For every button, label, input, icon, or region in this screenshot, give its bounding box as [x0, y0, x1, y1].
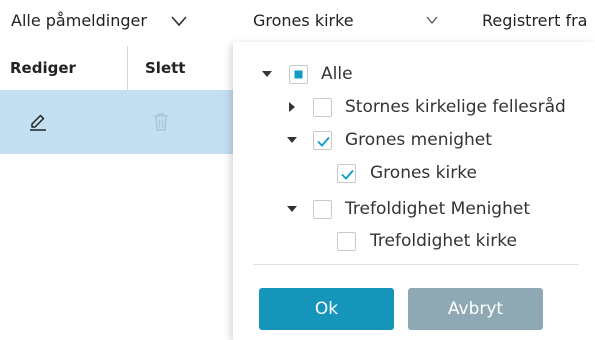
check-icon — [317, 136, 330, 147]
registrations-filter[interactable]: Alle påmeldinger — [11, 0, 147, 42]
tree-label-stornes: Stornes kirkelige fellesråd — [345, 97, 566, 117]
caret-down-icon[interactable] — [286, 203, 298, 215]
tree-label-grones-kirke: Grones kirke — [370, 163, 477, 183]
dropdown-divider — [253, 264, 579, 265]
tree-label-all: Alle — [321, 64, 353, 84]
tree-checkbox-grones-kirke[interactable] — [337, 164, 356, 183]
registrations-filter-label: Alle påmeldinger — [11, 11, 147, 30]
caret-down-icon[interactable] — [261, 68, 273, 80]
caret-right-icon[interactable] — [286, 101, 298, 113]
tree-label-grones-menighet: Grones menighet — [345, 130, 492, 150]
cancel-button[interactable]: Avbryt — [408, 288, 543, 330]
ok-button[interactable]: Ok — [259, 288, 394, 330]
trash-icon[interactable] — [152, 111, 170, 133]
registered-from-filter[interactable]: Registrert fra — [482, 0, 587, 42]
tree-checkbox-stornes[interactable] — [313, 98, 332, 117]
church-tree-dropdown: Alle Stornes kirkelige fellesråd Grones … — [233, 42, 595, 340]
tree-checkbox-trefoldighet-menighet[interactable] — [313, 200, 332, 219]
column-header-edit: Rediger — [10, 59, 76, 77]
caret-down-icon[interactable] — [286, 134, 298, 146]
tree-checkbox-trefoldighet-kirke[interactable] — [337, 232, 356, 251]
chevron-down-icon[interactable] — [425, 13, 439, 27]
registered-from-filter-label: Registrert fra — [482, 11, 588, 30]
column-header-delete: Slett — [145, 59, 186, 77]
tree-label-trefoldighet-kirke: Trefoldighet kirke — [370, 231, 517, 251]
check-icon — [341, 169, 354, 180]
chevron-down-icon[interactable] — [170, 12, 188, 30]
filter-bar: Alle påmeldinger Grones kirke Registrert… — [0, 0, 595, 42]
tree-label-trefoldighet-menighet: Trefoldighet Menighet — [345, 199, 530, 219]
church-filter-label: Grones kirke — [253, 11, 354, 30]
church-filter[interactable]: Grones kirke — [253, 0, 354, 42]
tree-checkbox-grones-menighet[interactable] — [313, 131, 332, 150]
indeterminate-check-icon — [294, 70, 303, 79]
tree-checkbox-all[interactable] — [289, 65, 308, 84]
pencil-icon[interactable] — [28, 112, 48, 132]
